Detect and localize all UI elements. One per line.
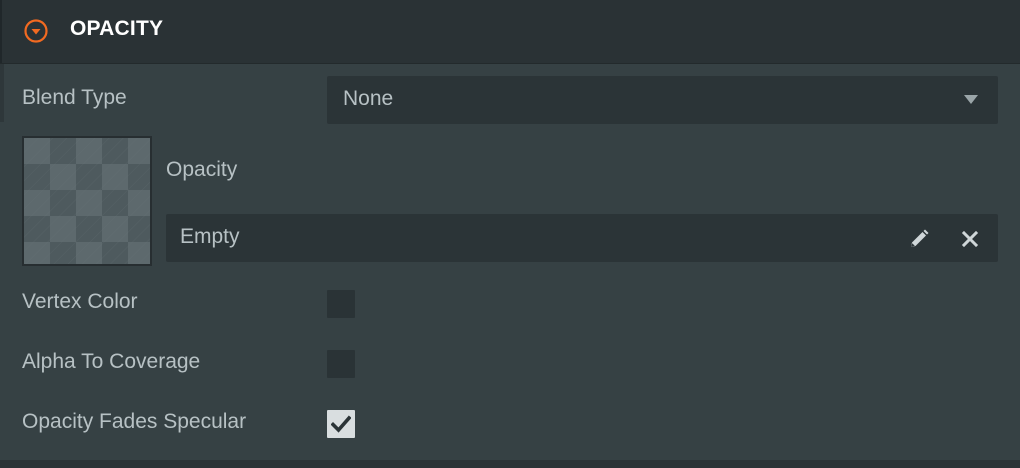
opacity-panel: OPACITY Blend Type None Opacity Empty Ve… bbox=[0, 0, 1020, 468]
caret-down-icon bbox=[964, 95, 978, 104]
header-divider bbox=[0, 0, 2, 63]
close-icon[interactable] bbox=[960, 229, 980, 249]
opacity-map-thumbnail[interactable] bbox=[22, 136, 152, 266]
panel-bottom-edge bbox=[0, 460, 1020, 468]
checkerboard-preview bbox=[24, 138, 150, 264]
blend-type-label: Blend Type bbox=[22, 86, 127, 109]
blend-type-value: None bbox=[343, 87, 394, 110]
opacity-fades-specular-checkbox[interactable] bbox=[327, 410, 355, 438]
alpha-to-coverage-checkbox[interactable] bbox=[327, 350, 355, 378]
chevron-circle-down-icon[interactable] bbox=[24, 19, 48, 43]
section-title: OPACITY bbox=[70, 17, 164, 40]
vertex-color-checkbox[interactable] bbox=[327, 290, 355, 318]
section-header[interactable]: OPACITY bbox=[0, 0, 1020, 64]
side-strip bbox=[0, 64, 4, 122]
checkmark-icon bbox=[331, 415, 351, 433]
opacity-map-value: Empty bbox=[180, 225, 240, 248]
opacity-map-label: Opacity bbox=[166, 158, 238, 181]
pencil-icon[interactable] bbox=[908, 228, 930, 250]
vertex-color-label: Vertex Color bbox=[22, 290, 138, 313]
alpha-to-coverage-label: Alpha To Coverage bbox=[22, 350, 201, 373]
opacity-map-field[interactable]: Empty bbox=[166, 214, 998, 262]
blend-type-select[interactable]: None bbox=[327, 76, 998, 124]
opacity-fades-specular-label: Opacity Fades Specular bbox=[22, 410, 247, 433]
